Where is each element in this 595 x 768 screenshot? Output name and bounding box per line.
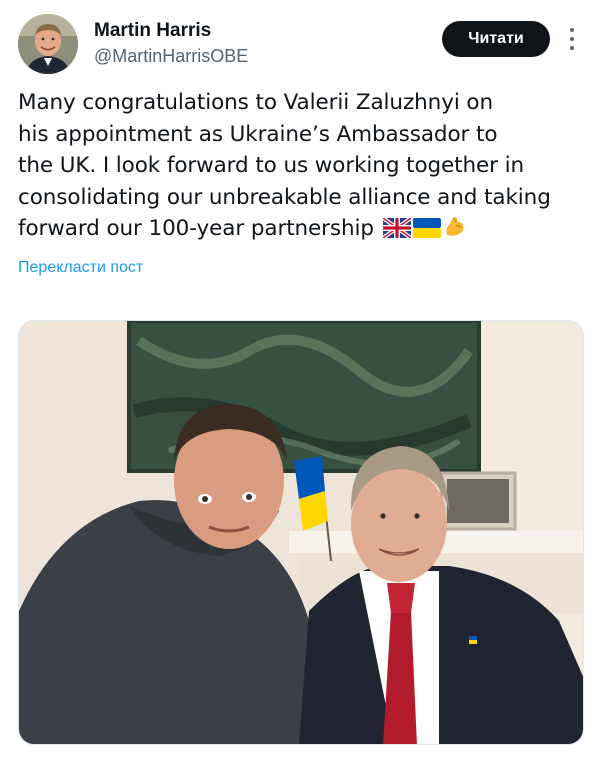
translate-post-link[interactable]: Перекласти пост	[18, 259, 143, 277]
tweet-line: the UK. I look forward to us working tog…	[18, 153, 525, 178]
tweet-text: Many congratulations to Valerii Zaluzhny…	[18, 87, 583, 248]
display-name[interactable]: Martin Harris	[94, 20, 248, 42]
tweet-line-last: forward our 100-year partnership	[18, 213, 583, 248]
tweet-line: forward our 100-year partnership	[18, 216, 374, 241]
avatar[interactable]	[18, 14, 78, 74]
tweet-line: consolidating our unbreakable alliance a…	[18, 184, 551, 210]
follow-button[interactable]: Читати	[442, 21, 550, 57]
handle[interactable]: @MartinHarrisOBE	[94, 44, 248, 68]
flexed-biceps-icon	[443, 214, 467, 248]
ukraine-flag-icon	[412, 216, 441, 248]
tweet-line: his appointment as Ukraine’s Ambassador …	[18, 121, 498, 147]
tweet-header: Martin Harris @MartinHarrisOBE Читати	[18, 14, 583, 76]
uk-flag-icon	[381, 216, 412, 248]
author-names: Martin Harris @MartinHarrisOBE	[94, 20, 248, 68]
more-options-icon[interactable]	[564, 26, 580, 52]
tweet-line: Many congratulations to Valerii Zaluzhny…	[18, 90, 494, 115]
tweet-photo[interactable]	[18, 320, 584, 745]
